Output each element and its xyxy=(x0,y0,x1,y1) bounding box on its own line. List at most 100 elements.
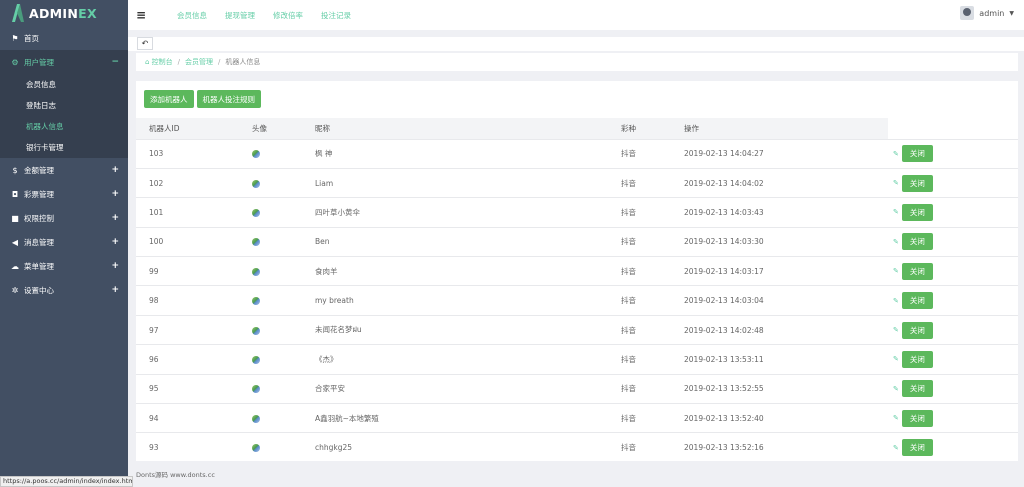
expand-icon[interactable]: + xyxy=(111,189,119,199)
close-button[interactable]: 关闭 xyxy=(901,350,933,368)
cell-actions: ✎ 关闭 xyxy=(888,138,1018,169)
edit-icon[interactable]: ✎ xyxy=(893,150,899,158)
breadcrumb-home[interactable]: 控制台 xyxy=(152,57,173,67)
table-row: 103 枫 神 抖音 2019-02-13 14:04:27 ✎ 关闭 xyxy=(136,138,1018,169)
sidebar-item-label: 权限控制 xyxy=(24,213,54,223)
sidebar-subitem-login-log[interactable]: 登陆日志 xyxy=(0,95,128,116)
expand-icon[interactable]: + xyxy=(111,261,119,271)
close-button[interactable]: 关闭 xyxy=(901,174,933,192)
expand-icon[interactable]: + xyxy=(111,285,119,295)
cell-lottery: 抖音 xyxy=(621,226,684,257)
sidebar-item-users[interactable]: ⚙ 用户管理 − xyxy=(0,50,128,74)
image-icon xyxy=(252,297,260,306)
cell-nickname: 《杰》 xyxy=(315,344,621,375)
top-link-bet-records[interactable]: 投注记录 xyxy=(321,10,351,21)
top-link-odds[interactable]: 修改倍率 xyxy=(273,10,303,21)
table-row: 99 食肉羊 抖音 2019-02-13 14:03:17 ✎ 关闭 xyxy=(136,256,1018,286)
table-body: 103 枫 神 抖音 2019-02-13 14:04:27 ✎ 关闭 102 L… xyxy=(136,138,1018,461)
image-icon xyxy=(252,414,260,423)
edit-icon[interactable]: ✎ xyxy=(893,208,899,216)
edit-icon[interactable]: ✎ xyxy=(893,414,899,422)
edit-icon[interactable]: ✎ xyxy=(893,267,899,275)
image-icon xyxy=(252,208,260,217)
edit-icon[interactable]: ✎ xyxy=(893,179,899,187)
collapse-icon[interactable]: − xyxy=(111,57,119,67)
close-button[interactable]: 关闭 xyxy=(901,233,933,251)
cell-time: 2019-02-13 14:03:30 xyxy=(684,226,888,257)
close-button[interactable]: 关闭 xyxy=(901,439,933,457)
sidebar-item-menus[interactable]: ☁ 菜单管理 + xyxy=(0,254,128,278)
expand-icon[interactable]: + xyxy=(111,237,119,247)
column-header-empty xyxy=(888,118,1018,139)
menu-toggle-icon[interactable]: ≡ xyxy=(129,8,153,22)
cell-id: 94 xyxy=(136,403,252,433)
close-button[interactable]: 关闭 xyxy=(901,262,933,280)
breadcrumb-current: 机器人信息 xyxy=(225,58,261,66)
logo-icon xyxy=(12,4,24,22)
cell-actions: ✎ 关闭 xyxy=(888,432,1018,461)
expand-icon[interactable]: + xyxy=(111,165,119,175)
edit-icon[interactable]: ✎ xyxy=(893,238,899,246)
top-header: ≡ 会员信息 提现管理 修改倍率 投注记录 admin ▼ xyxy=(128,0,1024,30)
toolbar: 添加机器人 机器人投注规则 xyxy=(144,90,264,108)
sidebar-item-messages[interactable]: ◀ 消息管理 + xyxy=(0,230,128,254)
edit-icon[interactable]: ✎ xyxy=(893,355,899,363)
edit-icon[interactable]: ✎ xyxy=(893,297,899,305)
cell-id: 96 xyxy=(136,344,252,375)
cell-time: 2019-02-13 14:03:43 xyxy=(684,197,888,228)
cell-time: 2019-02-13 13:52:55 xyxy=(684,373,888,404)
cell-nickname: 食肉羊 xyxy=(315,256,621,286)
cell-avatar xyxy=(252,432,315,461)
column-header-id: 机器人ID xyxy=(136,118,252,139)
table-row: 94 A鑫羽航~本地繁殖 抖音 2019-02-13 13:52:40 ✎ 关闭 xyxy=(136,403,1018,433)
robot-rules-button[interactable]: 机器人投注规则 xyxy=(196,90,261,108)
cloud-icon: ☁ xyxy=(11,261,19,271)
expand-icon[interactable]: + xyxy=(111,213,119,223)
sidebar-subitem-member-info[interactable]: 会员信息 xyxy=(0,74,128,95)
table-row: 102 Liam 抖音 2019-02-13 14:04:02 ✎ 关闭 xyxy=(136,167,1018,198)
close-button[interactable]: 关闭 xyxy=(901,145,933,163)
sidebar-item-permissions[interactable]: ■ 权限控制 + xyxy=(0,206,128,230)
shield-icon: ◘ xyxy=(11,189,19,199)
cell-nickname: 合家平安 xyxy=(315,373,621,404)
image-icon xyxy=(252,238,260,247)
sidebar-item-money[interactable]: $ 金额管理 + xyxy=(0,158,128,182)
cell-nickname: Ben xyxy=(315,226,621,257)
cell-avatar xyxy=(252,314,315,345)
sidebar-item-settings[interactable]: ✲ 设置中心 + xyxy=(0,278,128,302)
image-icon xyxy=(252,267,260,276)
sidebar-subitem-robot-info[interactable]: 机器人信息 xyxy=(0,116,128,137)
sidebar: ADMINEX ⚑ 首页 ⚙ 用户管理 − 会员信息 登陆日志 机器人信息 银行… xyxy=(0,0,128,487)
sidebar-item-label: 彩票管理 xyxy=(24,189,54,199)
close-button[interactable]: 关闭 xyxy=(901,203,933,221)
sidebar-item-lottery[interactable]: ◘ 彩票管理 + xyxy=(0,182,128,206)
sidebar-item-label: 首页 xyxy=(24,33,39,43)
cell-actions: ✎ 关闭 xyxy=(888,197,1018,228)
home-icon: ⌂ xyxy=(145,58,152,66)
sidebar-submenu-users: 会员信息 登陆日志 机器人信息 银行卡管理 xyxy=(0,74,128,158)
cell-avatar xyxy=(252,344,315,375)
add-robot-button[interactable]: 添加机器人 xyxy=(144,90,194,108)
breadcrumb-section[interactable]: 会员管理 xyxy=(185,57,213,67)
top-link-withdraw[interactable]: 提现管理 xyxy=(225,10,255,21)
user-menu[interactable]: admin ▼ xyxy=(960,6,1014,20)
sidebar-subitem-bank-card[interactable]: 银行卡管理 xyxy=(0,137,128,158)
close-button[interactable]: 关闭 xyxy=(901,380,933,398)
table-row: 98 my breath 抖音 2019-02-13 14:03:04 ✎ 关闭 xyxy=(136,285,1018,316)
edit-icon[interactable]: ✎ xyxy=(893,444,899,452)
top-link-member-info[interactable]: 会员信息 xyxy=(177,10,207,21)
table-row: 96 《杰》 抖音 2019-02-13 13:53:11 ✎ 关闭 xyxy=(136,344,1018,375)
edit-icon[interactable]: ✎ xyxy=(893,326,899,334)
cell-time: 2019-02-13 14:03:17 xyxy=(684,256,888,286)
edit-icon[interactable]: ✎ xyxy=(893,385,899,393)
table-row: 101 四叶草小黄伞 抖音 2019-02-13 14:03:43 ✎ 关闭 xyxy=(136,197,1018,228)
close-button[interactable]: 关闭 xyxy=(901,321,933,339)
image-icon xyxy=(252,385,260,394)
browser-status-bar: https://a.poos.cc/admin/index/index.html xyxy=(0,476,133,487)
user-name: admin xyxy=(979,8,1005,18)
sidebar-item-home[interactable]: ⚑ 首页 xyxy=(0,26,128,50)
close-button[interactable]: 关闭 xyxy=(901,409,933,427)
close-button[interactable]: 关闭 xyxy=(901,292,933,310)
logo[interactable]: ADMINEX xyxy=(0,0,128,26)
back-arrow-icon[interactable]: ↶ xyxy=(137,37,153,50)
